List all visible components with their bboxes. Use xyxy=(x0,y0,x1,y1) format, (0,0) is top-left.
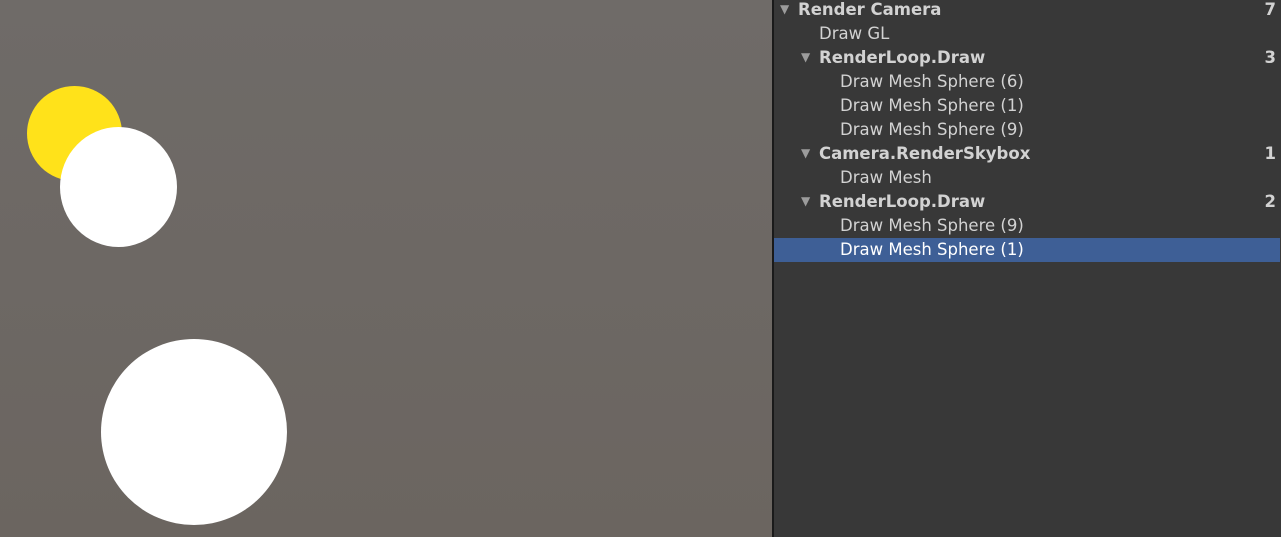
tree-item-draw-mesh-sphere[interactable]: Draw Mesh Sphere (9) xyxy=(774,118,1280,142)
tree-item-label: RenderLoop.Draw xyxy=(819,192,986,211)
tree-item-label: Render Camera xyxy=(798,0,942,19)
event-count: 3 xyxy=(1264,48,1276,67)
tree-item-renderloop-draw[interactable]: ▼ RenderLoop.Draw 3 xyxy=(774,46,1280,70)
tree-item-render-camera[interactable]: ▼ Render Camera 7 xyxy=(774,0,1280,22)
white-sphere-large xyxy=(101,339,287,525)
event-count: 7 xyxy=(1264,0,1276,19)
tree-item-draw-gl[interactable]: Draw GL xyxy=(774,22,1280,46)
event-count: 1 xyxy=(1264,144,1276,163)
tree-item-label: RenderLoop.Draw xyxy=(819,48,986,67)
tree-item-label: Draw Mesh Sphere (1) xyxy=(840,240,1024,259)
frame-debugger-event-tree: ▼ Render Camera 7 Draw GL ▼ RenderLoop.D… xyxy=(774,0,1281,537)
tree-item-draw-mesh-sphere[interactable]: Draw Mesh Sphere (6) xyxy=(774,70,1280,94)
tree-item-draw-mesh-sphere[interactable]: Draw Mesh Sphere (1) xyxy=(774,94,1280,118)
tree-item-draw-mesh-sphere-selected[interactable]: Draw Mesh Sphere (1) xyxy=(774,238,1280,262)
tree-item-draw-mesh[interactable]: Draw Mesh xyxy=(774,166,1280,190)
expand-arrow-icon[interactable]: ▼ xyxy=(801,142,810,164)
tree-item-label: Draw Mesh xyxy=(840,168,932,187)
expand-arrow-icon[interactable]: ▼ xyxy=(801,46,810,68)
expand-arrow-icon[interactable]: ▼ xyxy=(780,0,789,20)
white-sphere-small xyxy=(60,127,177,247)
expand-arrow-icon[interactable]: ▼ xyxy=(801,190,810,212)
scene-viewport[interactable] xyxy=(0,0,772,537)
event-count: 2 xyxy=(1264,192,1276,211)
tree-item-label: Draw Mesh Sphere (9) xyxy=(840,216,1024,235)
tree-item-label: Camera.RenderSkybox xyxy=(819,144,1031,163)
tree-item-label: Draw GL xyxy=(819,24,890,43)
tree-item-label: Draw Mesh Sphere (9) xyxy=(840,120,1024,139)
tree-item-draw-mesh-sphere[interactable]: Draw Mesh Sphere (9) xyxy=(774,214,1280,238)
tree-item-renderloop-draw[interactable]: ▼ RenderLoop.Draw 2 xyxy=(774,190,1280,214)
tree-item-camera-renderskybox[interactable]: ▼ Camera.RenderSkybox 1 xyxy=(774,142,1280,166)
tree-item-label: Draw Mesh Sphere (6) xyxy=(840,72,1024,91)
tree-item-label: Draw Mesh Sphere (1) xyxy=(840,96,1024,115)
